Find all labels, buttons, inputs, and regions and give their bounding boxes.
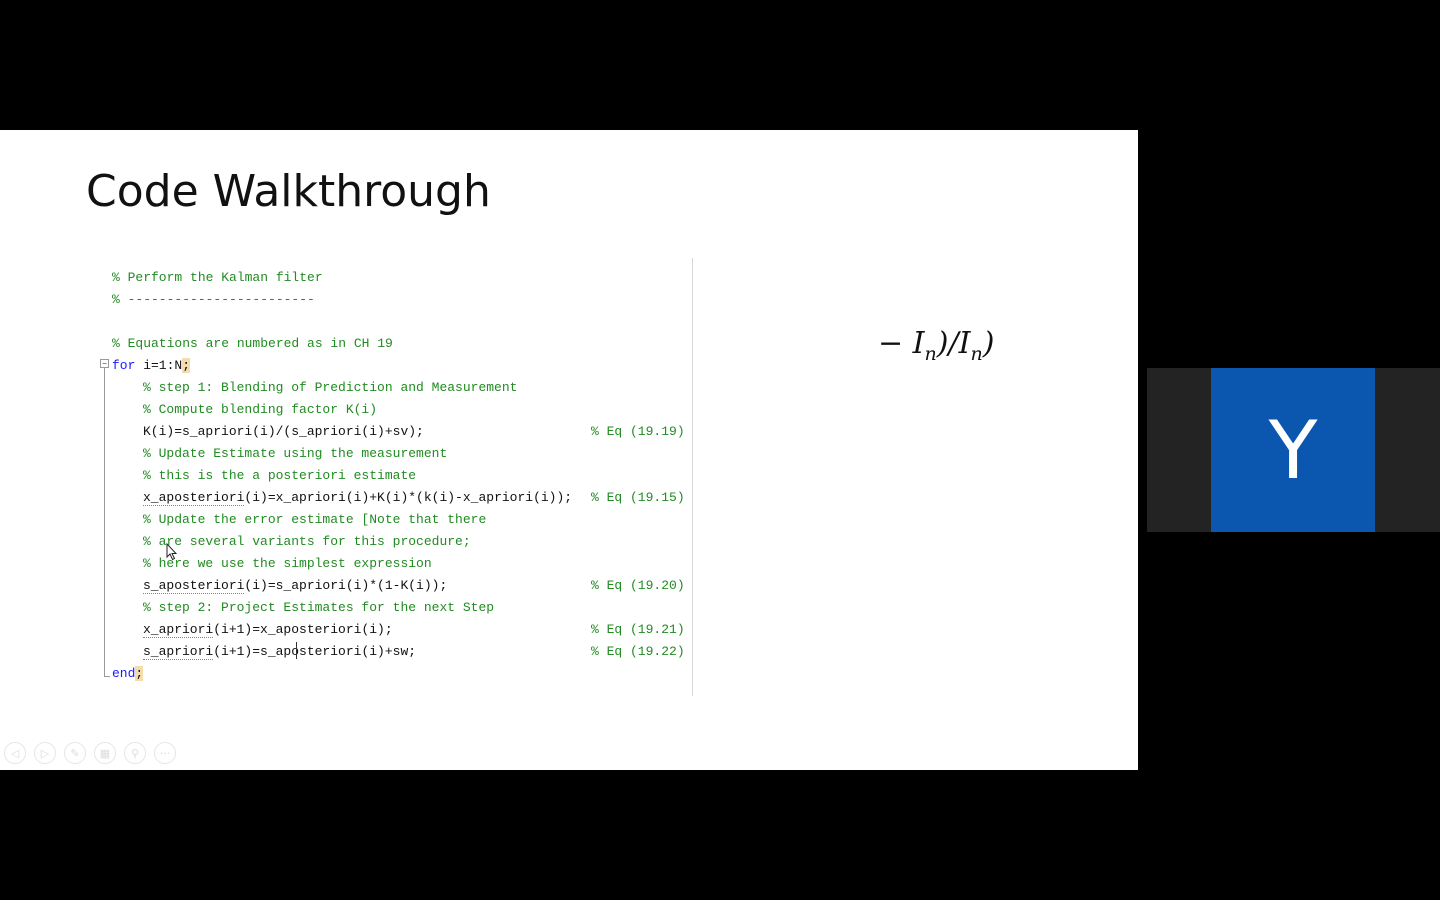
code-comment: % ------------------------ [112, 292, 315, 307]
code-for-statement: for i=1:N; [112, 356, 191, 376]
variable-name: s_apriori [143, 644, 214, 660]
code-fold-line [104, 366, 105, 676]
code-comment: % Update the error estimate [Note that t… [143, 512, 487, 527]
variable-name: x_apriori [143, 622, 214, 638]
formula-part: ) [982, 326, 995, 361]
end-keyword: end [112, 666, 136, 681]
code-comment: % here we use the simplest expression [143, 556, 432, 571]
formula-subscript: n [970, 343, 983, 365]
code-statement: x_aposteriori(i)=x_apriori(i)+K(i)*(k(i)… [143, 488, 572, 508]
formula-subscript: n [924, 343, 937, 365]
code-expression: (i+1)=s_aposteriori(i)+sw; [213, 644, 417, 659]
highlighted-semicolon: ; [182, 358, 191, 373]
code-expression: (i)=s_apriori(i)*(1-K(i)); [244, 578, 448, 593]
previous-icon[interactable]: ◁ [4, 742, 26, 764]
code-comment: % Equations are numbered as in CH 19 [112, 336, 393, 351]
participant-avatar: Y [1211, 368, 1375, 532]
slide-title: Code Walkthrough [86, 166, 491, 217]
highlighted-semicolon: ; [135, 666, 144, 681]
code-comment: % this is the a posteriori estimate [143, 468, 417, 483]
presentation-slide: Code Walkthrough − % Perform the Kalman … [0, 130, 1138, 770]
code-statement: s_aposteriori(i)=s_apriori(i)*(1-K(i)); [143, 576, 447, 596]
equation-reference: % Eq (19.22) [591, 644, 685, 659]
participant-video-tile[interactable]: Y [1147, 368, 1440, 532]
zoom-icon[interactable]: ⚲ [124, 742, 146, 764]
variable-name: s_aposteriori [143, 578, 245, 594]
text-caret [296, 642, 297, 659]
code-fold-toggle-icon: − [100, 359, 109, 368]
code-fold-end [104, 676, 110, 677]
pen-icon[interactable]: ✎ [64, 742, 86, 764]
code-comment: % Update Estimate using the measurement [143, 446, 448, 461]
formula-part: )/I [936, 326, 971, 361]
code-comment: % are several variants for this procedur… [143, 534, 471, 549]
slideshow-controls: ◁ ▷ ✎ ▦ ⚲ ··· [4, 742, 176, 766]
code-statement: x_apriori(i+1)=x_aposteriori(i); [143, 620, 393, 640]
formula-part: − I [878, 326, 925, 361]
code-comment: % Compute blending factor K(i) [143, 402, 378, 417]
next-icon[interactable]: ▷ [34, 742, 56, 764]
code-statement: K(i)=s_apriori(i)/(s_apriori(i)+sv); [143, 424, 424, 439]
for-keyword: for [112, 358, 136, 373]
equation-reference: % Eq (19.19) [591, 424, 685, 439]
code-comment: % step 2: Project Estimates for the next… [143, 600, 495, 615]
equation-reference: % Eq (19.20) [591, 578, 685, 593]
equation-reference: % Eq (19.15) [591, 490, 685, 505]
code-expression: (i+1)=x_aposteriori(i); [213, 622, 393, 637]
variable-name: x_aposteriori [143, 490, 245, 506]
more-icon[interactable]: ··· [154, 742, 176, 764]
for-range: i=1:N [135, 358, 183, 373]
equation-reference: % Eq (19.21) [591, 622, 685, 637]
code-end-statement: end; [112, 664, 144, 684]
code-screenshot: − % Perform the Kalman filter % --------… [96, 258, 693, 696]
mouse-pointer-icon [166, 543, 178, 561]
math-formula: − In)/In) [878, 326, 994, 365]
code-comment: % Perform the Kalman filter [112, 270, 323, 285]
code-comment: % step 1: Blending of Prediction and Mea… [143, 380, 518, 395]
slides-grid-icon[interactable]: ▦ [94, 742, 116, 764]
code-statement: s_apriori(i+1)=s_aposteriori(i)+sw; [143, 642, 416, 662]
code-expression: (i)=x_apriori(i)+K(i)*(k(i)-x_apriori(i)… [244, 490, 573, 505]
